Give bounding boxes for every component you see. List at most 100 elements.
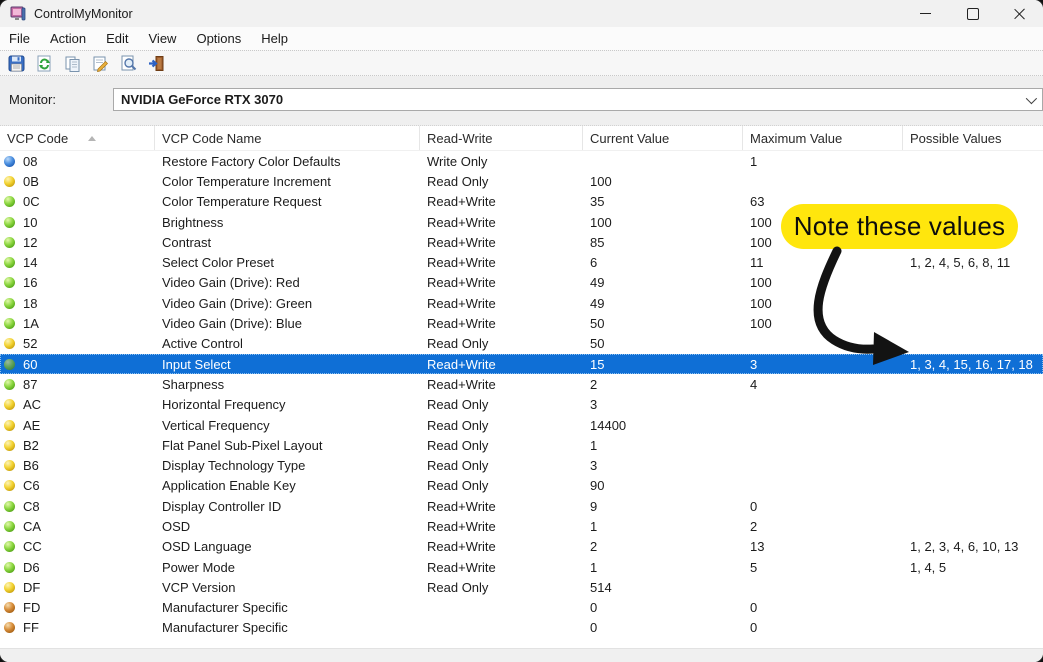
annotation-note: Note these values [781,204,1018,249]
find-button[interactable] [119,54,138,73]
maximum-value: 11 [743,255,903,270]
menu-file[interactable]: File [0,27,40,50]
vcp-dot-icon [4,440,15,451]
table-row[interactable]: CA OSD Read+Write 1 2 [0,516,1043,536]
read-write: Read+Write [420,519,583,534]
table-row[interactable]: DF VCP Version Read Only 514 [0,577,1043,597]
table-row[interactable]: 16 Video Gain (Drive): Red Read+Write 49… [0,273,1043,293]
vcp-dot-icon [4,420,15,431]
vcp-code: FD [23,600,40,615]
table-row[interactable]: 87 Sharpness Read+Write 2 4 [0,374,1043,394]
column-header-current-value[interactable]: Current Value [583,126,743,150]
column-header-maximum-value[interactable]: Maximum Value [743,126,903,150]
table-row[interactable]: CC OSD Language Read+Write 2 13 1, 2, 3,… [0,537,1043,557]
vcp-code-name: Brightness [155,215,420,230]
column-header-possible-values[interactable]: Possible Values [903,126,1043,150]
menu-edit[interactable]: Edit [96,27,138,50]
maximum-value: 3 [743,357,903,372]
table-row[interactable]: FD Manufacturer Specific 0 0 [0,598,1043,618]
vcp-code-name: Video Gain (Drive): Red [155,275,420,290]
table-row[interactable]: C6 Application Enable Key Read Only 90 [0,476,1043,496]
properties-button[interactable] [91,54,110,73]
read-write: Read+Write [420,255,583,270]
menu-options[interactable]: Options [186,27,251,50]
vcp-code: 1A [23,316,39,331]
current-value: 90 [583,478,743,493]
vcp-dot-icon [4,176,15,187]
table-row[interactable]: B6 Display Technology Type Read Only 3 [0,455,1043,475]
monitor-label: Monitor: [9,92,56,107]
chevron-down-icon [1026,93,1037,104]
monitor-combobox[interactable]: NVIDIA GeForce RTX 3070 [113,88,1043,111]
vcp-code-name: OSD [155,519,420,534]
close-icon[interactable] [996,0,1043,27]
vcp-code: D6 [23,560,40,575]
table-row[interactable]: AC Horizontal Frequency Read Only 3 [0,395,1043,415]
menu-view[interactable]: View [139,27,187,50]
column-header-vcp-code-name[interactable]: VCP Code Name [155,126,420,150]
column-header-read-write[interactable]: Read-Write [420,126,583,150]
monitor-combobox-value: NVIDIA GeForce RTX 3070 [121,92,283,107]
table-row[interactable]: D6 Power Mode Read+Write 1 5 1, 4, 5 [0,557,1043,577]
vcp-code-name: Sharpness [155,377,420,392]
maximize-icon[interactable] [949,0,996,27]
menu-help[interactable]: Help [251,27,298,50]
read-write: Read Only [420,478,583,493]
copy-icon [64,55,81,72]
read-write: Read+Write [420,560,583,575]
table-row[interactable]: B2 Flat Panel Sub-Pixel Layout Read Only… [0,435,1043,455]
save-button[interactable] [7,54,26,73]
vcp-code: B2 [23,438,39,453]
table-row[interactable]: C8 Display Controller ID Read+Write 9 0 [0,496,1043,516]
menu-action[interactable]: Action [40,27,96,50]
vcp-dot-icon [4,359,15,370]
table-row[interactable]: 18 Video Gain (Drive): Green Read+Write … [0,293,1043,313]
vcp-dot-icon [4,480,15,491]
exit-icon [148,55,165,72]
read-write: Read Only [420,580,583,595]
vcp-code: 60 [23,357,37,372]
table-row[interactable]: 0B Color Temperature Increment Read Only… [0,171,1043,191]
current-value: 49 [583,296,743,311]
vcp-code: FF [23,620,39,635]
monitor-panel: Monitor: NVIDIA GeForce RTX 3070 [0,76,1043,126]
vcp-dot-icon [4,501,15,512]
minimize-icon[interactable] [902,0,949,27]
vcp-dot-icon [4,379,15,390]
vcp-dot-icon [4,338,15,349]
vcp-code-name: Color Temperature Request [155,194,420,209]
table-row[interactable]: 52 Active Control Read Only 50 [0,334,1043,354]
table-row[interactable]: 14 Select Color Preset Read+Write 6 11 1… [0,252,1043,272]
maximum-value: 100 [743,316,903,331]
table-row[interactable]: 1A Video Gain (Drive): Blue Read+Write 5… [0,313,1043,333]
window-title: ControlMyMonitor [34,7,133,21]
table-row[interactable]: AE Vertical Frequency Read Only 14400 [0,415,1043,435]
table-row[interactable]: 08 Restore Factory Color Defaults Write … [0,151,1043,171]
copy-button[interactable] [63,54,82,73]
exit-button[interactable] [147,54,166,73]
current-value: 100 [583,215,743,230]
possible-values: 1, 2, 3, 4, 6, 10, 13 [903,539,1043,554]
read-write: Read+Write [420,377,583,392]
vcp-code: 16 [23,275,37,290]
vcp-dot-icon [4,602,15,613]
toolbar [0,50,1043,76]
find-icon [120,55,137,72]
maximum-value: 0 [743,620,903,635]
titlebar: ControlMyMonitor [0,0,1043,27]
vcp-code: AE [23,418,40,433]
controlmymonitor-window: ControlMyMonitor File Action Edit View O… [0,0,1043,662]
vcp-dot-icon [4,582,15,593]
vcp-code-name: Video Gain (Drive): Blue [155,316,420,331]
vcp-dot-icon [4,399,15,410]
properties-icon [92,55,109,72]
vcp-dot-icon [4,562,15,573]
menubar: File Action Edit View Options Help [0,27,1043,50]
vcp-code-name: Active Control [155,336,420,351]
refresh-button[interactable] [35,54,54,73]
current-value: 1 [583,519,743,534]
column-header-vcp-code[interactable]: VCP Code [0,126,155,150]
table-row[interactable]: FF Manufacturer Specific 0 0 [0,618,1043,638]
vcp-dot-icon [4,217,15,228]
table-row[interactable]: 60 Input Select Read+Write 15 3 1, 3, 4,… [0,354,1043,374]
